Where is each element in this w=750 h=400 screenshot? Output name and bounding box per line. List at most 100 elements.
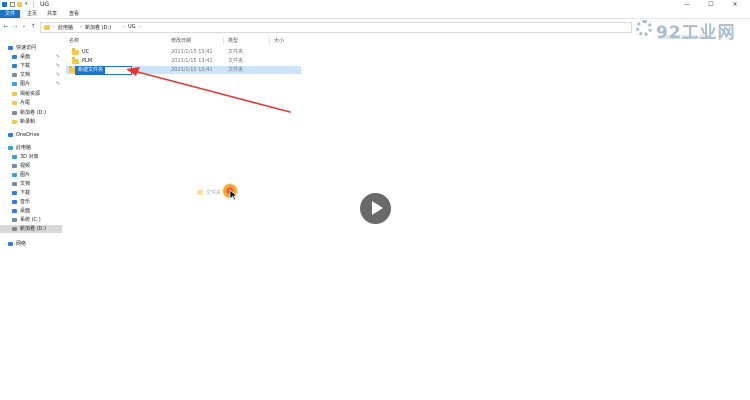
sidebar-item-label: 视频 [20, 163, 31, 169]
sidebar-item[interactable]: 新录制 [0, 118, 62, 126]
sidebar-item-label: 桌面 [20, 54, 31, 60]
file-name: UC [82, 49, 90, 55]
sidebar-item[interactable]: 此电脑 [0, 144, 62, 152]
address-bar[interactable]: › 此电脑 › 新加卷 (D:) › UG › [40, 22, 632, 33]
gear-icon [636, 20, 652, 36]
folder-icon [44, 24, 50, 30]
column-modified[interactable]: 修改日期 [171, 37, 191, 44]
tab-file[interactable]: 文件 [0, 10, 20, 18]
column-divider[interactable] [269, 37, 270, 45]
pin-icon: ✎ [56, 54, 61, 60]
desktop-icon [12, 55, 17, 59]
sidebar-item[interactable]: 桌面 ✎ [0, 53, 62, 61]
back-button[interactable]: ← [2, 22, 10, 31]
play-button[interactable] [360, 193, 391, 224]
sidebar-item[interactable]: 文档 [0, 180, 62, 188]
recent-locations-button[interactable]: ⌄ [20, 22, 28, 31]
sidebar-item-label: 片尾 [20, 100, 31, 106]
sidebar-item-label: 新加卷 (D:) [20, 226, 47, 232]
sidebar-item[interactable]: 视频 [0, 162, 62, 170]
column-headers: 名称 修改日期 类型 大小 [66, 37, 306, 45]
up-button[interactable]: ↑ [29, 22, 37, 31]
properties-icon[interactable] [10, 2, 15, 7]
watermark-logo: 92工业网 WWW.92GYW.COM [636, 18, 746, 44]
folder-icon [197, 190, 203, 195]
tab-share[interactable]: 共享 [44, 10, 60, 18]
sidebar-item-label: 音乐 [20, 199, 31, 205]
sidebar-item[interactable]: 桌面 [0, 207, 62, 215]
breadcrumb-separator: › [139, 24, 141, 30]
sidebar-item[interactable]: 快速访问 [0, 44, 62, 52]
rename-selected-text: 新建文件夹 [76, 67, 106, 74]
file-row-uc[interactable]: UC 2021/1/15 13:41 文件夹 [66, 48, 301, 56]
drive-icon [12, 218, 17, 222]
explorer-icon [2, 2, 7, 7]
sidebar-item-label: 此电脑 [16, 145, 32, 151]
document-icon [12, 73, 17, 77]
sidebar-item[interactable]: 片尾 [0, 99, 62, 107]
breadcrumb-separator: › [80, 24, 82, 30]
column-divider[interactable] [223, 37, 224, 45]
folder-icon [72, 57, 79, 64]
document-icon [12, 182, 17, 186]
network-icon [8, 242, 13, 246]
new-folder-icon[interactable] [17, 2, 22, 7]
sidebar-item-label: 3D 对象 [20, 154, 39, 160]
sidebar-item[interactable]: 文档 ✎ [0, 71, 62, 79]
sidebar-item[interactable]: 网络 [0, 240, 62, 248]
tab-view[interactable]: 查看 [66, 10, 82, 18]
close-button[interactable]: ✕ [726, 0, 744, 9]
title-bar: ▾ UG — ☐ ✕ [0, 0, 750, 10]
sidebar-item[interactable]: 下载 [0, 189, 62, 197]
column-name[interactable]: 名称 [69, 37, 79, 44]
minimize-button[interactable]: — [678, 0, 696, 9]
sidebar-item[interactable]: OneDrive [0, 131, 62, 139]
sidebar-item-label: 下载 [20, 190, 31, 196]
sidebar-item[interactable]: 新加卷 (D:) [0, 225, 62, 233]
sidebar-item-label: 桌面 [20, 208, 31, 214]
breadcrumb-separator: › [123, 24, 125, 30]
breadcrumb-drive-d[interactable]: 新加卷 (D:) [85, 24, 111, 31]
sidebar-item-label: 文档 [20, 72, 31, 78]
music-icon [12, 200, 17, 204]
sidebar-item-label: 揭秘资源 [20, 91, 41, 97]
cloud-icon [8, 133, 13, 137]
forward-button[interactable]: → [11, 22, 19, 31]
sidebar-item[interactable]: 3D 对象 [0, 153, 62, 161]
column-size[interactable]: 大小 [274, 37, 284, 44]
pin-icon: ✎ [56, 72, 61, 78]
sidebar-item[interactable]: 图片 [0, 171, 62, 179]
maximize-button[interactable]: ☐ [702, 0, 720, 9]
video-icon [12, 164, 17, 168]
cube-icon [12, 155, 17, 159]
sidebar-item-label: OneDrive [16, 132, 40, 138]
folder-icon [72, 48, 79, 55]
watermark-url: WWW.92GYW.COM [660, 35, 712, 41]
pin-icon: ✎ [56, 81, 61, 87]
computer-icon [8, 146, 13, 150]
sidebar-item[interactable]: 图片 ✎ [0, 80, 62, 88]
customize-toolbar-icon[interactable]: ▾ [25, 2, 30, 7]
desktop-icon [12, 209, 17, 213]
folder-icon [12, 120, 17, 124]
folder-icon [12, 101, 17, 105]
sidebar-item[interactable]: 音乐 [0, 198, 62, 206]
sidebar-item-label: 文档 [20, 181, 31, 187]
sidebar-item[interactable]: 下载 ✎ [0, 62, 62, 70]
arrow-shaft [133, 70, 291, 113]
navigation-pane: 快速访问 桌面 ✎ 下载 ✎ 文档 ✎ 图片 ✎ 揭秘资源 片尾 新加卷 (D:) 新录制 OneDriv… [0, 40, 62, 250]
column-type[interactable]: 类型 [228, 37, 238, 44]
file-type: 文件夹 [228, 49, 244, 55]
sidebar-item-label: 新加卷 (D:) [20, 110, 47, 116]
sidebar-item-label: 网络 [16, 241, 27, 247]
drag-ghost-label: 文件夹 [206, 190, 222, 196]
sidebar-item[interactable]: 揭秘资源 [0, 90, 62, 98]
file-modified: 2021/1/15 13:41 [171, 49, 213, 55]
sidebar-item[interactable]: 系统 (C:) [0, 216, 62, 224]
breadcrumb-ug[interactable]: UG [128, 24, 136, 30]
download-icon [12, 64, 17, 68]
tab-home[interactable]: 主页 [24, 10, 40, 18]
sidebar-item[interactable]: 新加卷 (D:) [0, 109, 62, 117]
breadcrumb-this-pc[interactable]: 此电脑 [58, 24, 73, 31]
sidebar-item-label: 快速访问 [16, 45, 37, 51]
